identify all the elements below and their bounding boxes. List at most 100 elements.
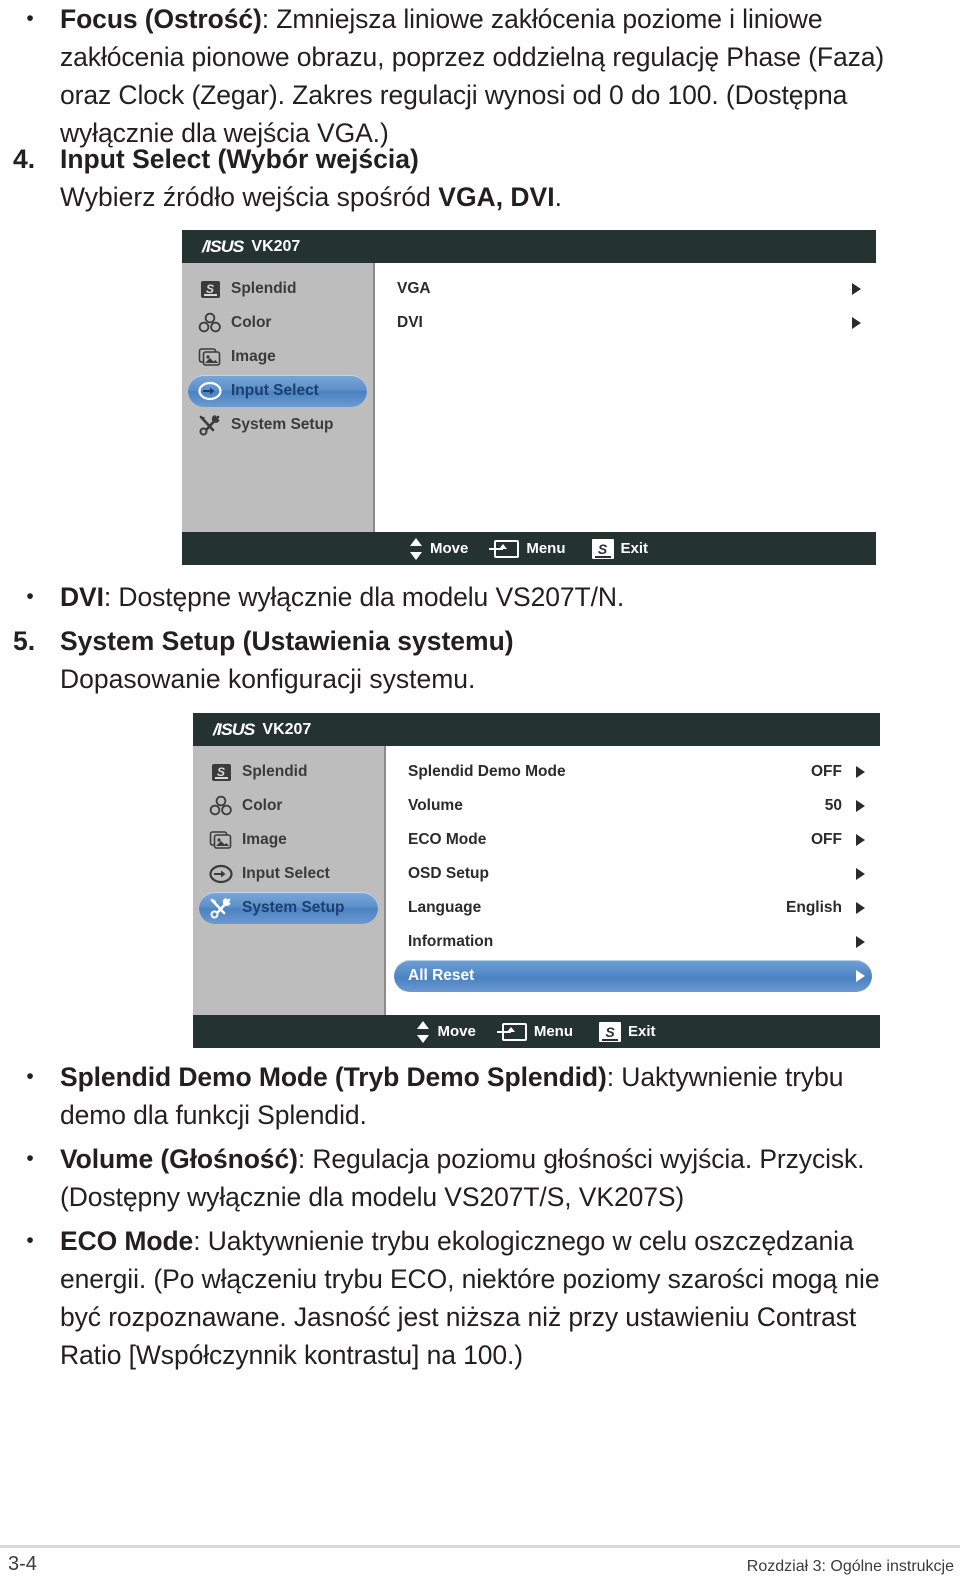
- bullet-marker: •: [26, 585, 34, 608]
- bullet-marker: •: [26, 7, 34, 30]
- bullet-term: Focus (Ostrość): [60, 4, 262, 34]
- bullet-item: • DVI: Dostępne wyłącznie dla modelu VS2…: [0, 578, 960, 616]
- osd-content-pane: VGA DVI: [375, 263, 876, 532]
- osd-menu-system-setup[interactable]: /ISUS VK207 S Splendid Color Image Input…: [193, 713, 880, 1048]
- color-icon: [198, 311, 222, 335]
- splendid-s-icon: S: [591, 538, 614, 559]
- sidebar-item-image[interactable]: Image: [199, 824, 378, 856]
- hint-move[interactable]: Move: [409, 537, 469, 560]
- splendid-icon: S: [198, 277, 222, 301]
- osd-sidebar: S Splendid Color Image Input Select Syst…: [182, 263, 375, 532]
- osd-menu-input-select[interactable]: /ISUS VK207 S Splendid Color Image Input…: [182, 230, 876, 565]
- asus-logo-icon: /ISUS: [213, 720, 255, 739]
- menu-enter-icon: [489, 539, 520, 558]
- item-body-bold: VGA, DVI: [438, 182, 555, 212]
- osd-titlebar: /ISUS VK207: [182, 230, 876, 263]
- sidebar-item-label: Image: [231, 348, 276, 365]
- chevron-right-icon: [854, 902, 866, 914]
- numbered-row: 4. Input Select (Wybór wejścia) Wybierz …: [0, 140, 960, 216]
- numbered-body: Input Select (Wybór wejścia) Wybierz źró…: [60, 140, 960, 216]
- numbered-body: System Setup (Ustawienia systemu) Dopaso…: [60, 622, 960, 698]
- bullet-body: Focus (Ostrość): Zmniejsza liniowe zakłó…: [60, 0, 960, 152]
- osd-row-vga[interactable]: VGA: [383, 273, 868, 305]
- osd-row-volume[interactable]: Volume 50: [394, 790, 872, 822]
- osd-row-information[interactable]: Information: [394, 926, 872, 958]
- image-icon: [209, 828, 233, 852]
- hint-menu[interactable]: Menu: [489, 539, 566, 558]
- osd-row-language[interactable]: Language English: [394, 892, 872, 924]
- hint-exit[interactable]: S Exit: [591, 538, 649, 559]
- row-label: ECO Mode: [408, 831, 487, 848]
- sidebar-item-label: Image: [242, 831, 287, 848]
- osd-body: S Splendid Color Image Input Select Syst…: [182, 263, 876, 532]
- bullet-term: DVI: [60, 582, 104, 612]
- row-value: OFF: [811, 763, 842, 780]
- sidebar-item-color[interactable]: Color: [188, 307, 367, 339]
- osd-row-splendid-demo-mode[interactable]: Splendid Demo Mode OFF: [394, 756, 872, 788]
- sidebar-item-image[interactable]: Image: [188, 341, 367, 373]
- asus-logo-icon: /ISUS: [202, 237, 244, 256]
- hint-label: Exit: [628, 1023, 656, 1040]
- sidebar-item-input-select[interactable]: Input Select: [188, 375, 367, 407]
- list-number: 5.: [13, 626, 36, 656]
- hint-label: Move: [429, 540, 469, 557]
- updown-arrows-icon: [409, 537, 423, 560]
- row-value: OFF: [811, 831, 842, 848]
- input-select-icon: [209, 862, 233, 886]
- bullet-item: • ECO Mode: Uaktywnienie trybu ekologicz…: [0, 1222, 960, 1374]
- osd-row-osd-setup[interactable]: OSD Setup: [394, 858, 872, 890]
- sidebar-item-label: Splendid: [231, 280, 297, 297]
- bullet-term: Volume (Głośność): [60, 1144, 298, 1174]
- sidebar-item-label: System Setup: [231, 416, 334, 433]
- sidebar-item-label: Splendid: [242, 763, 308, 780]
- bullet-item: • Splendid Demo Mode (Tryb Demo Splendid…: [0, 1058, 960, 1134]
- bullet-marker: •: [26, 1229, 34, 1252]
- row-label: Volume: [408, 797, 463, 814]
- row-label: OSD Setup: [408, 865, 489, 882]
- hint-label: Menu: [533, 1023, 573, 1040]
- hint-menu[interactable]: Menu: [496, 1022, 573, 1041]
- numbered-item-5: 5. System Setup (Ustawienia systemu) Dop…: [0, 622, 960, 698]
- sidebar-item-system-setup[interactable]: System Setup: [188, 409, 367, 441]
- sidebar-item-color[interactable]: Color: [199, 790, 378, 822]
- bullet-marker: •: [26, 1065, 34, 1088]
- row-label: All Reset: [408, 967, 475, 984]
- document-page: • Focus (Ostrość): Zmniejsza liniowe zak…: [0, 0, 960, 1587]
- osd-row-eco-mode[interactable]: ECO Mode OFF: [394, 824, 872, 856]
- chevron-right-icon: [854, 766, 866, 778]
- chevron-right-icon: [854, 834, 866, 846]
- chevron-right-icon: [854, 936, 866, 948]
- osd-titlebar: /ISUS VK207: [193, 713, 880, 746]
- item-heading: Input Select (Wybór wejścia): [60, 144, 419, 174]
- osd-body: S Splendid Color Image Input Select Syst…: [193, 746, 880, 1015]
- sidebar-item-splendid[interactable]: S Splendid: [199, 756, 378, 788]
- osd-row-all-reset[interactable]: All Reset: [394, 960, 872, 992]
- splendid-icon: S: [209, 760, 233, 784]
- osd-model-name: VK207: [262, 720, 312, 738]
- bullet-item: • Volume (Głośność): Regulacja poziomu g…: [0, 1140, 960, 1216]
- focus-bullet-block: • Focus (Ostrość): Zmniejsza liniowe zak…: [0, 0, 960, 152]
- sidebar-item-system-setup[interactable]: System Setup: [199, 892, 378, 924]
- sidebar-item-splendid[interactable]: S Splendid: [188, 273, 367, 305]
- hint-move[interactable]: Move: [417, 1020, 476, 1043]
- input-select-icon: [198, 379, 222, 403]
- item-body-pre: Wybierz źródło wejścia spośród: [60, 182, 439, 212]
- chevron-right-icon: [854, 868, 866, 880]
- page-number: 3-4: [8, 1553, 37, 1575]
- item-body-post: .: [554, 182, 562, 212]
- bullet-body: ECO Mode: Uaktywnienie trybu ekologiczne…: [60, 1222, 960, 1374]
- bullet-marker: •: [26, 1147, 34, 1170]
- chevron-right-icon: [854, 970, 866, 982]
- osd-row-dvi[interactable]: DVI: [383, 307, 868, 339]
- osd-footer-hints: Move Menu S Exit: [193, 1015, 880, 1048]
- hint-exit[interactable]: S Exit: [599, 1021, 656, 1042]
- splendid-s-icon: S: [599, 1021, 621, 1042]
- bullet-description: : Dostępne wyłącznie dla modelu VS207T/N…: [103, 582, 625, 612]
- system-setup-icon: [198, 413, 222, 437]
- row-value: 50: [824, 797, 842, 814]
- osd-footer-hints: Move Menu S Exit: [182, 532, 876, 565]
- hint-label: Exit: [620, 540, 649, 557]
- chapter-label: Rozdział 3: Ogólne instrukcje: [746, 1558, 954, 1575]
- sidebar-item-input-select[interactable]: Input Select: [199, 858, 378, 890]
- bullet-body: DVI: Dostępne wyłącznie dla modelu VS207…: [60, 578, 960, 616]
